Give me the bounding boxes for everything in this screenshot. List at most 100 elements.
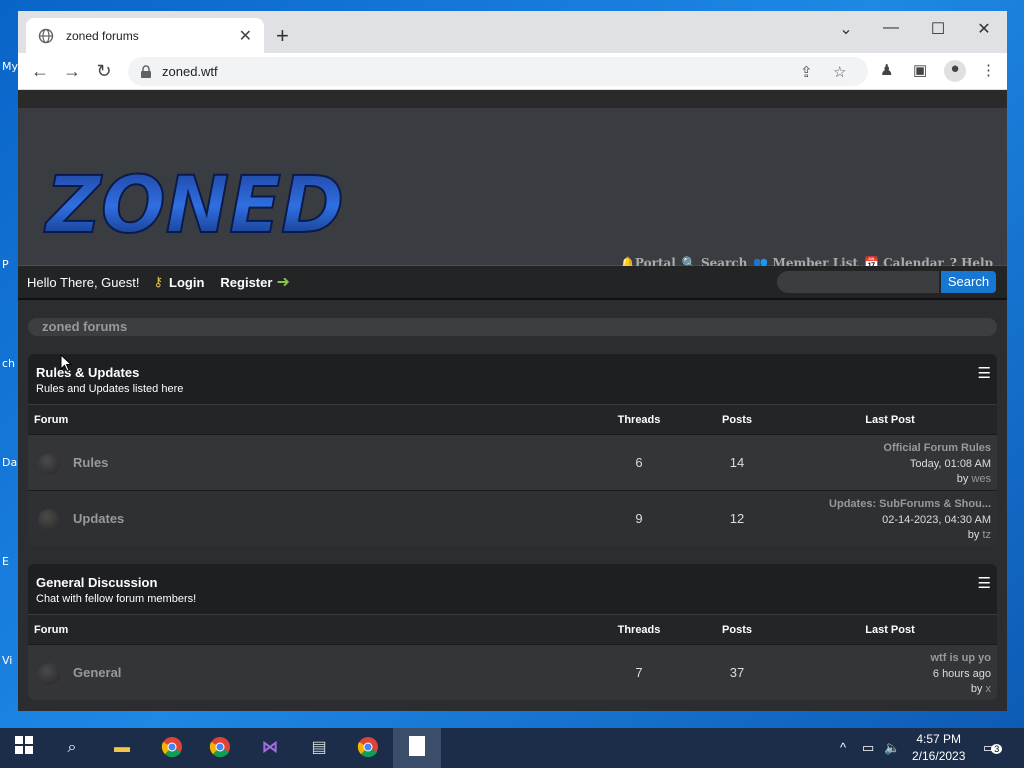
- browser-window: zoned forums ✕ + ⌄ — ☐ ✕ ← → ↻ zoned.wtf…: [18, 11, 1007, 711]
- last-post-user[interactable]: wes: [971, 473, 991, 485]
- category-header: General Discussion Chat with fellow foru…: [28, 564, 997, 614]
- minimize-icon[interactable]: —: [876, 19, 906, 37]
- maximize-icon[interactable]: ☐: [923, 19, 953, 39]
- category-description: Rules and Updates listed here: [36, 383, 184, 395]
- browser-tab[interactable]: zoned forums ✕: [26, 18, 264, 53]
- forward-icon[interactable]: →: [56, 61, 88, 82]
- last-post-user[interactable]: tz: [982, 529, 991, 541]
- notepad-icon[interactable]: [405, 736, 429, 760]
- desktop-icon-label[interactable]: E: [2, 555, 9, 568]
- last-post: Official Forum Rules Today, 01:08 AM by …: [883, 441, 991, 488]
- url-text[interactable]: zoned.wtf: [162, 64, 218, 79]
- desktop-icon-label[interactable]: Da: [2, 456, 17, 469]
- forum-category: Rules & Updates Rules and Updates listed…: [28, 354, 997, 546]
- by-label: by: [970, 683, 983, 695]
- chrome-icon[interactable]: [160, 736, 184, 760]
- search-input[interactable]: [777, 271, 939, 293]
- chrome-b-icon[interactable]: [356, 736, 380, 760]
- web-page: ZONED 🔔Portal 🔍 Search 👥 Member List 📅 C…: [18, 90, 1007, 711]
- clock[interactable]: 4:57 PM 2/16/2023: [912, 731, 965, 765]
- welcome-text: Hello There, Guest!: [27, 274, 140, 290]
- notification-count: 3: [991, 744, 1003, 754]
- table-row: General 7 37 wtf is up yo 6 hours ago by…: [28, 644, 997, 700]
- logo-text: ZONED: [43, 166, 344, 244]
- chevron-up-icon[interactable]: ^: [840, 740, 846, 755]
- post-count: 12: [729, 511, 745, 526]
- notification-icon[interactable]: ▭3: [983, 740, 1003, 756]
- hamburger-icon[interactable]: ☰: [978, 574, 991, 592]
- sidepanel-icon[interactable]: ▣: [913, 61, 927, 79]
- windows-start-icon[interactable]: [12, 736, 36, 760]
- thread-count: 6: [635, 455, 643, 470]
- zoned-logo[interactable]: ZONED: [40, 166, 350, 244]
- last-post-date: 6 hours ago: [932, 667, 991, 680]
- site-header: ZONED 🔔Portal 🔍 Search 👥 Member List 📅 C…: [18, 108, 1007, 270]
- address-bar[interactable]: zoned.wtf ⇪ ☆: [128, 57, 868, 86]
- last-post-title[interactable]: wtf is up yo: [931, 651, 992, 667]
- forum-status-icon: [38, 663, 60, 685]
- thread-count: 9: [635, 511, 643, 526]
- last-post-title[interactable]: Official Forum Rules: [883, 441, 991, 457]
- col-last-post: Last Post: [865, 623, 915, 636]
- col-last-post: Last Post: [865, 413, 915, 426]
- col-threads: Threads: [617, 623, 661, 636]
- close-icon[interactable]: ✕: [239, 26, 252, 46]
- key-icon: ⚷: [153, 274, 164, 289]
- plus-icon[interactable]: +: [276, 23, 289, 49]
- share-icon[interactable]: ⇪: [800, 63, 813, 81]
- chrome-profile-icon[interactable]: [208, 736, 232, 760]
- forum-category: General Discussion Chat with fellow foru…: [28, 564, 997, 700]
- category-title[interactable]: General Discussion: [36, 575, 989, 590]
- search-icon[interactable]: ⌕: [60, 736, 84, 760]
- breadcrumb[interactable]: zoned forums: [28, 318, 997, 336]
- tab-title: zoned forums: [66, 28, 139, 43]
- back-icon[interactable]: ←: [24, 61, 56, 82]
- mouse-cursor-icon: [60, 354, 72, 372]
- globe-icon: [38, 28, 54, 43]
- clock-date: 2/16/2023: [912, 749, 966, 763]
- register-link[interactable]: Register: [220, 275, 272, 290]
- top-strip: [18, 90, 1007, 108]
- arrow-right-icon: ➜: [276, 274, 290, 291]
- login-link[interactable]: Login: [169, 275, 204, 290]
- col-threads: Threads: [617, 413, 661, 426]
- post-count: 37: [729, 665, 745, 680]
- visual-studio-icon[interactable]: ⋈: [258, 736, 282, 760]
- profile-icon[interactable]: ●: [944, 60, 966, 82]
- file-explorer-icon[interactable]: ▬: [110, 736, 134, 760]
- by-label: by: [967, 529, 980, 541]
- by-label: by: [956, 473, 969, 485]
- window-close-icon[interactable]: ✕: [969, 19, 999, 39]
- chevron-down-icon[interactable]: ⌄: [831, 19, 861, 39]
- forum-status-icon: [38, 453, 60, 475]
- volume-icon[interactable]: 🔈: [884, 740, 900, 756]
- forum-name[interactable]: Rules: [73, 455, 108, 470]
- app-icon[interactable]: ▤: [307, 736, 331, 760]
- hamburger-icon[interactable]: ☰: [978, 364, 991, 382]
- last-post-user[interactable]: x: [986, 683, 992, 695]
- forum-name[interactable]: General: [73, 665, 121, 680]
- star-icon[interactable]: ☆: [833, 63, 846, 81]
- desktop-icon-label[interactable]: ch: [2, 357, 15, 370]
- search-button[interactable]: Search: [941, 271, 996, 293]
- table-header: Forum Threads Posts Last Post: [28, 614, 997, 644]
- browser-toolbar: ← → ↻ zoned.wtf ⇪ ☆ ♟ ▣ ● ⋮: [18, 53, 1007, 90]
- desktop-icon-label[interactable]: P: [2, 258, 9, 271]
- menu-icon[interactable]: ⋮: [981, 61, 996, 79]
- lock-icon[interactable]: [140, 64, 152, 79]
- reload-icon[interactable]: ↻: [88, 61, 120, 82]
- col-posts: Posts: [722, 413, 752, 426]
- desktop-icon-label[interactable]: Vi: [2, 654, 12, 667]
- last-post-title[interactable]: Updates: SubForums & Shou...: [829, 497, 991, 513]
- desktop-icon-label[interactable]: My: [2, 60, 18, 73]
- last-post: wtf is up yo 6 hours ago by x: [931, 651, 992, 698]
- forum-name[interactable]: Updates: [73, 511, 124, 526]
- last-post-date: Today, 01:08 AM: [909, 457, 991, 470]
- network-icon[interactable]: ▭: [862, 740, 874, 756]
- category-header: Rules & Updates Rules and Updates listed…: [28, 354, 997, 404]
- thread-count: 7: [635, 665, 643, 680]
- table-header: Forum Threads Posts Last Post: [28, 404, 997, 434]
- category-title[interactable]: Rules & Updates: [36, 365, 989, 380]
- taskbar: ⌕ ▬ ⋈ ▤ ^ ▭ 🔈 4:57 PM 2/16/2023 ▭3: [0, 728, 1024, 768]
- extension-icon[interactable]: ♟: [880, 61, 893, 79]
